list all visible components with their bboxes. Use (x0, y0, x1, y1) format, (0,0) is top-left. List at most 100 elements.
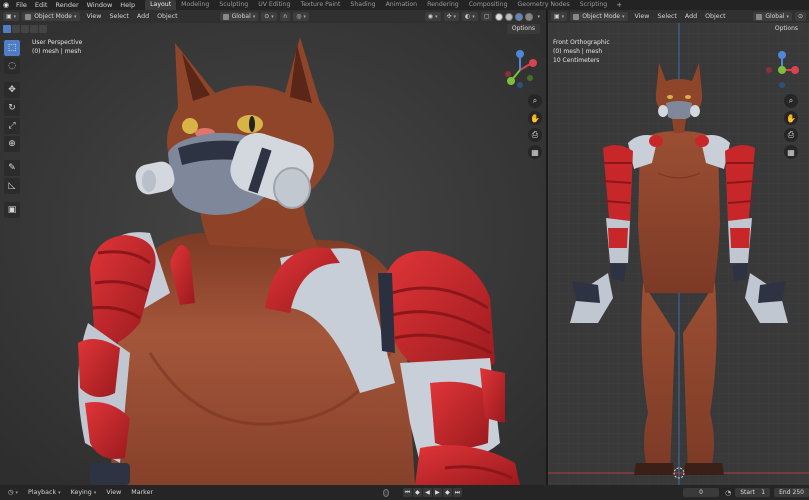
current-frame-field[interactable]: 0 (682, 488, 720, 497)
left-navigation-gizmo[interactable] (500, 50, 540, 90)
menu-help[interactable]: Help (116, 0, 139, 10)
tab-modeling[interactable]: Modeling (176, 0, 214, 10)
zoom-icon[interactable]: ⌕ (784, 94, 798, 108)
prev-keyframe-icon[interactable]: ◆ (412, 488, 422, 497)
add-cube-tool-icon[interactable]: ▣ (4, 202, 20, 218)
select-intersect-icon[interactable] (39, 25, 47, 33)
tab-texture-paint[interactable]: Texture Paint (295, 0, 345, 10)
select-invert-icon[interactable] (30, 25, 38, 33)
left-menu-select[interactable]: Select (105, 13, 132, 20)
jump-end-icon[interactable]: ⏭ (452, 488, 462, 497)
select-box-tool-icon[interactable]: ⬚ (4, 40, 20, 56)
right-menu-object[interactable]: Object (701, 13, 730, 20)
tab-animation[interactable]: Animation (381, 0, 423, 10)
right-editor-type-button[interactable]: ▣ ▾ (551, 12, 568, 21)
selection-mode-group (3, 25, 48, 33)
record-icon[interactable] (383, 488, 389, 497)
right-options-dropdown[interactable]: Options (769, 24, 803, 34)
scale-tool-icon[interactable]: ⤢ (4, 118, 20, 134)
annotate-tool-icon[interactable]: ✎ (4, 160, 20, 176)
left-viewport-canvas[interactable] (0, 23, 546, 485)
start-frame-field[interactable]: Start 1 (735, 488, 771, 497)
wireframe-shading-icon[interactable] (495, 12, 504, 21)
marker-menu[interactable]: Marker (126, 489, 158, 496)
object-mode-icon (25, 13, 32, 20)
right-pivot-button[interactable]: ⊙ (794, 12, 806, 21)
tab-uv-editing[interactable]: UV Editing (253, 0, 295, 10)
left-menu-object[interactable]: Object (153, 13, 182, 20)
next-keyframe-icon[interactable]: ◆ (442, 488, 452, 497)
jump-start-icon[interactable]: ⏮ (402, 488, 412, 497)
play-reverse-icon[interactable]: ◀ (422, 488, 432, 497)
left-transform-orientation-dropdown[interactable]: Global ▾ (219, 12, 259, 21)
move-tool-icon[interactable]: ✥ (4, 82, 20, 98)
tab-layout[interactable]: Layout (145, 0, 177, 10)
left-menu-add[interactable]: Add (133, 13, 153, 20)
keying-menu[interactable]: Keying ▾ (66, 489, 102, 496)
hand-pan-icon[interactable]: ✋ (784, 111, 798, 125)
grid-perspective-icon[interactable]: ▦ (528, 145, 542, 159)
right-transform-orientation-dropdown[interactable]: Global ▾ (753, 12, 792, 21)
left-xray-button[interactable]: ▢ (480, 12, 493, 21)
right-menu-view[interactable]: View (631, 13, 654, 20)
timeline-view-menu[interactable]: View (101, 489, 126, 496)
tab-compositing[interactable]: Compositing (464, 0, 513, 10)
right-menu-select[interactable]: Select (653, 13, 680, 20)
cursor-tool-icon[interactable]: ◌ (4, 58, 20, 74)
left-mode-dropdown[interactable]: Object Mode ▾ (22, 12, 80, 21)
menu-edit[interactable]: Edit (31, 0, 52, 10)
chevron-down-icon[interactable]: ▾ (537, 14, 540, 20)
rotate-tool-icon[interactable]: ↻ (4, 100, 20, 116)
grid-perspective-icon[interactable]: ▦ (784, 145, 798, 159)
camera-icon[interactable]: ⎙ (528, 128, 542, 142)
select-new-icon[interactable] (3, 25, 11, 33)
left-overlay-button[interactable]: ◐ ▾ (462, 12, 478, 21)
tab-shading[interactable]: Shading (345, 0, 380, 10)
right-tool-settings: Options (548, 23, 809, 35)
tab-rendering[interactable]: Rendering (422, 0, 464, 10)
right-viewport-info: Front Orthographic (0) mesh | mesh 10 Ce… (553, 38, 610, 65)
object-mode-icon (573, 13, 580, 20)
blender-logo-icon[interactable]: ◉ (0, 0, 12, 10)
menu-window[interactable]: Window (83, 0, 117, 10)
left-editor-type-button[interactable]: ▣ ▾ (3, 12, 20, 21)
hand-pan-icon[interactable]: ✋ (528, 111, 542, 125)
end-frame-field[interactable]: End 250 (774, 488, 809, 497)
rendered-shading-icon[interactable] (525, 12, 534, 21)
zoom-icon[interactable]: ⌕ (528, 94, 542, 108)
menu-file[interactable]: File (12, 0, 31, 10)
solid-shading-icon[interactable] (505, 12, 514, 21)
z-axis-icon (778, 51, 786, 59)
add-workspace-button[interactable]: + (612, 1, 626, 9)
tab-sculpting[interactable]: Sculpting (214, 0, 253, 10)
left-visibility-button[interactable]: ◉ ▾ (424, 12, 441, 21)
right-mode-dropdown[interactable]: Object Mode ▾ (570, 12, 628, 21)
camera-icon[interactable]: ⎙ (784, 128, 798, 142)
left-gizmo-button[interactable]: ✣ ▾ (443, 12, 460, 21)
right-mode-label: Object Mode (582, 13, 620, 20)
measure-tool-icon[interactable]: ◺ (4, 178, 20, 194)
left-options-dropdown[interactable]: Options (506, 24, 540, 34)
z-axis-icon (516, 50, 524, 58)
select-subtract-icon[interactable] (21, 25, 29, 33)
play-icon[interactable]: ▶ (432, 488, 442, 497)
right-menu-add[interactable]: Add (681, 13, 701, 20)
transform-tool-icon[interactable]: ⊕ (4, 136, 20, 152)
right-navigation-gizmo[interactable] (762, 50, 802, 90)
tab-geometry-nodes[interactable]: Geometry Nodes (513, 0, 575, 10)
left-menu-view[interactable]: View (83, 13, 106, 20)
right-viewport-canvas[interactable] (548, 23, 809, 485)
keying-label: Keying (70, 489, 92, 496)
tab-scripting[interactable]: Scripting (575, 0, 613, 10)
select-extend-icon[interactable] (12, 25, 20, 33)
left-proportional-button[interactable]: ◎ ▾ (293, 12, 309, 21)
material-shading-icon[interactable] (515, 12, 524, 21)
timeline-editor-type-button[interactable]: ◷ ▾ (3, 489, 23, 496)
left-pivot-button[interactable]: ⊙ ▾ (261, 12, 277, 21)
playback-menu[interactable]: Playback ▾ (23, 489, 66, 496)
chevron-down-icon: ▾ (786, 13, 789, 20)
clock-icon[interactable]: ◔ (725, 489, 731, 497)
start-label: Start (740, 489, 755, 496)
left-snap-button[interactable]: ∩ (279, 12, 291, 21)
menu-render[interactable]: Render (51, 0, 82, 10)
